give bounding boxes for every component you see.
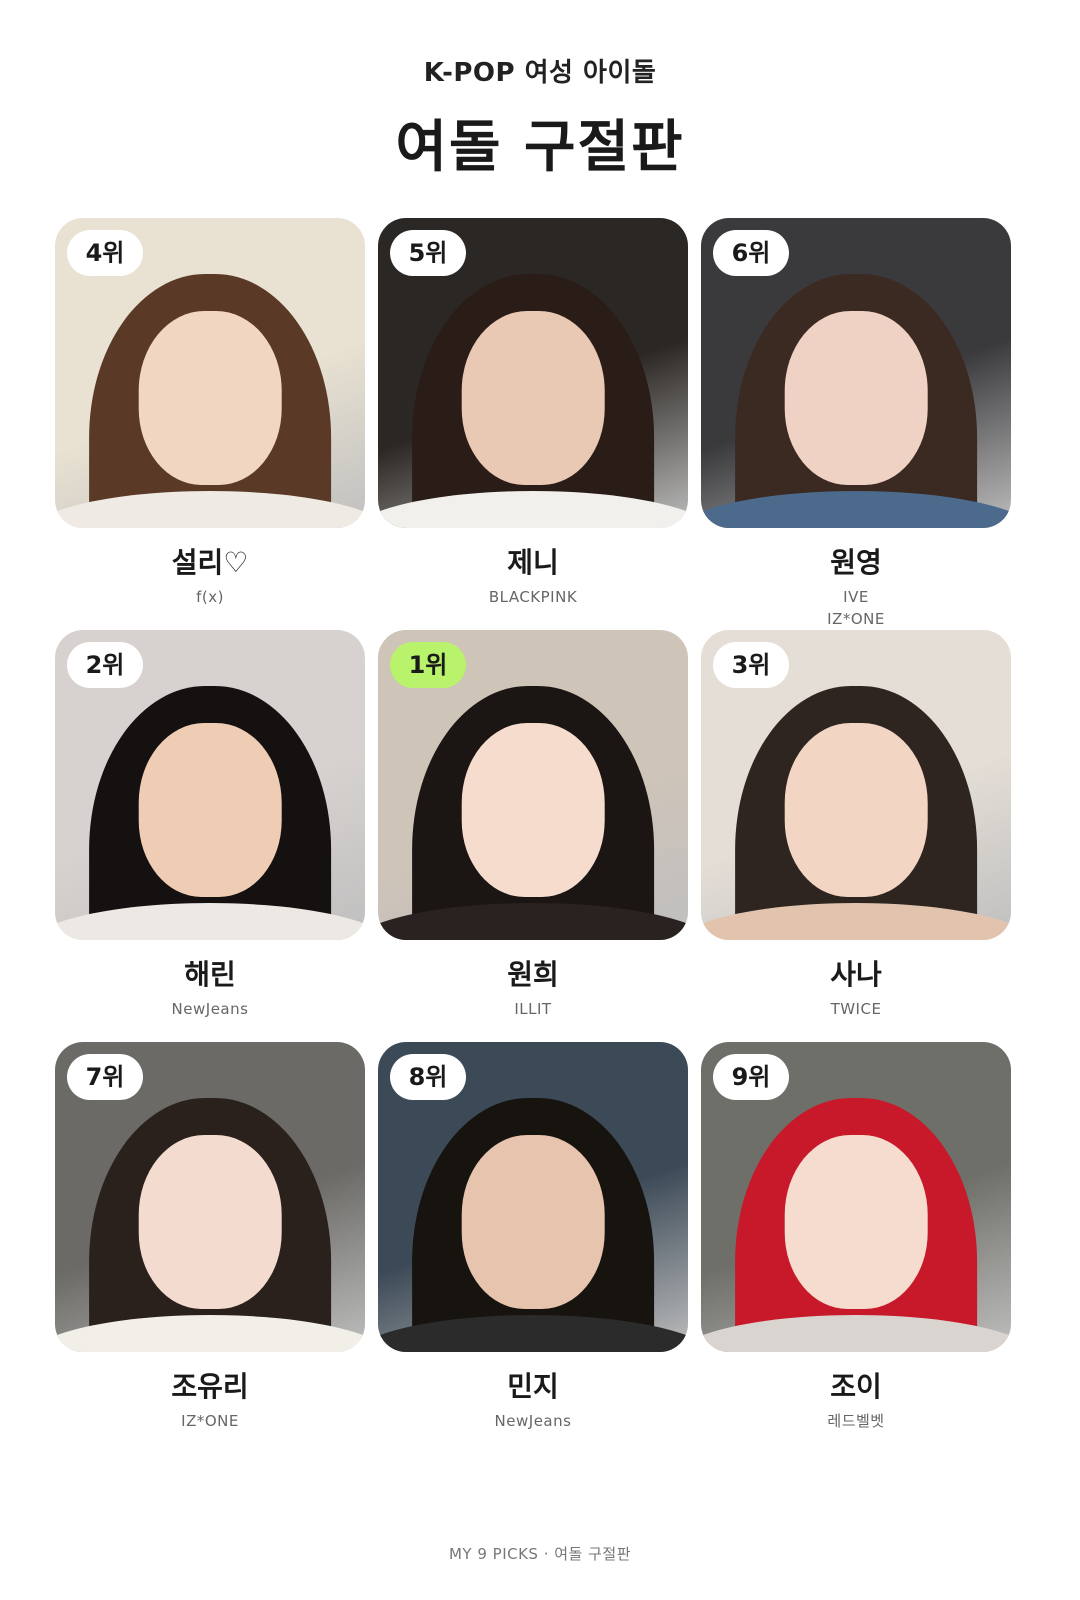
idol-group: BLACKPINK — [488, 588, 578, 606]
photo-face-shape — [461, 1135, 605, 1309]
rank-badge: 8위 — [390, 1054, 466, 1100]
photo-face-shape — [138, 311, 282, 485]
photo-face-shape — [461, 723, 605, 897]
idol-card[interactable]: 8위민지 NewJeans — [378, 1042, 688, 1432]
photo-face-shape — [138, 1135, 282, 1309]
idol-name: 조유리 — [171, 1370, 249, 1403]
idol-group: TWICE — [830, 1000, 882, 1018]
idol-photo[interactable]: 7위 — [55, 1042, 365, 1352]
rank-badge: 7위 — [67, 1054, 143, 1100]
idol-group: ILLIT — [514, 1000, 552, 1018]
idol-photo[interactable]: 3위 — [701, 630, 1011, 940]
idol-photo[interactable]: 2위 — [55, 630, 365, 940]
idol-name: 설리♡ — [171, 546, 249, 579]
idol-card[interactable]: 5위제니 BLACKPINK — [378, 218, 688, 608]
rank-badge: 3위 — [713, 642, 789, 688]
idol-group: IZ*ONE — [181, 1412, 239, 1430]
idol-photo[interactable]: 4위 — [55, 218, 365, 528]
idol-name: 원영 — [830, 546, 882, 579]
rank-badge: 4위 — [67, 230, 143, 276]
rank-badge: 5위 — [390, 230, 466, 276]
photo-face-shape — [138, 723, 282, 897]
idol-name: 제니 — [507, 546, 559, 579]
idol-group: IVE IZ*ONE — [827, 588, 885, 628]
idol-photo[interactable]: 5위 — [378, 218, 688, 528]
page-subtitle: K-POP 여성 아이돌 — [423, 58, 657, 88]
idol-name: 원희 — [507, 958, 559, 991]
photo-face-shape — [784, 723, 928, 897]
idol-name: 민지 — [507, 1370, 559, 1403]
footer-caption: MY 9 PICKS · 여돌 구절판 — [448, 1545, 632, 1563]
idol-group: NewJeans — [171, 1000, 249, 1018]
rank-badge: 9위 — [713, 1054, 789, 1100]
rank-badge: 1위 — [390, 642, 466, 688]
idol-group: f(x) — [196, 588, 224, 606]
idol-group: 레드벨벳 — [827, 1412, 885, 1430]
idol-group: NewJeans — [494, 1412, 572, 1430]
idol-name: 사나 — [830, 958, 882, 991]
rank-badge: 2위 — [67, 642, 143, 688]
idol-card[interactable]: 2위해린 NewJeans — [55, 630, 365, 1020]
idol-card[interactable]: 9위조이레드벨벳 — [701, 1042, 1011, 1432]
idol-card[interactable]: 4위설리♡ f(x) — [55, 218, 365, 608]
idol-photo[interactable]: 6위 — [701, 218, 1011, 528]
photo-face-shape — [784, 311, 928, 485]
photo-face-shape — [461, 311, 605, 485]
photo-face-shape — [784, 1135, 928, 1309]
idol-card[interactable]: 1위원희 ILLIT — [378, 630, 688, 1020]
idol-card[interactable]: 7위조유리 IZ*ONE — [55, 1042, 365, 1432]
idol-card[interactable]: 6위원영 IVE IZ*ONE — [701, 218, 1011, 630]
rank-badge: 6위 — [713, 230, 789, 276]
idol-name: 조이 — [830, 1370, 882, 1403]
idol-photo[interactable]: 1위 — [378, 630, 688, 940]
page-title: 여돌 구절판 — [395, 115, 685, 180]
idol-card[interactable]: 3위사나 TWICE — [701, 630, 1011, 1020]
idol-name: 해린 — [184, 958, 236, 991]
idol-photo[interactable]: 8위 — [378, 1042, 688, 1352]
idol-photo[interactable]: 9위 — [701, 1042, 1011, 1352]
